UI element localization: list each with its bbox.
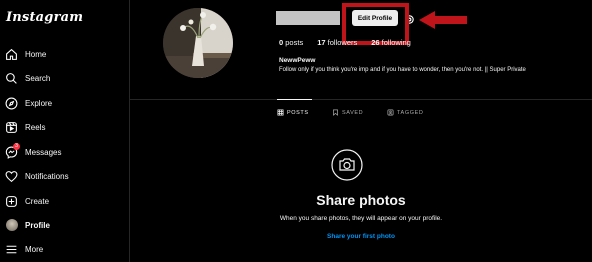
sidebar-item-explore[interactable]: Explore (5, 94, 52, 112)
plus-square-icon (5, 195, 18, 208)
profile-stats: 0 posts 17 followers 26 following (279, 38, 411, 47)
avatar (5, 219, 18, 232)
sidebar-item-label: Home (25, 49, 47, 59)
annotation-arrow-icon (419, 11, 467, 29)
profile-tabs: POSTS SAVED TAGGED (130, 100, 592, 124)
tab-label: POSTS (287, 109, 309, 116)
grid-icon (277, 109, 284, 116)
sidebar-item-label: Reels (25, 122, 46, 132)
sidebar-item-home[interactable]: Home (5, 45, 46, 63)
sidebar-item-label: Profile (25, 220, 50, 230)
messenger-icon: 3 (5, 142, 20, 159)
sidebar-item-label: More (25, 244, 44, 254)
camera-icon (331, 149, 363, 181)
sidebar-item-profile[interactable]: Profile (5, 216, 50, 234)
compass-icon (5, 97, 18, 110)
tab-posts[interactable]: POSTS (277, 109, 309, 116)
tab-label: TAGGED (397, 109, 424, 116)
sidebar-item-create[interactable]: Create (5, 192, 49, 210)
followers-stat[interactable]: 17 followers (317, 38, 357, 47)
sidebar-item-notifications[interactable]: Notifications (5, 167, 69, 185)
sidebar-item-messages[interactable]: 3 Messages (5, 142, 62, 161)
profile-main: Edit Profile 0 posts 17 followers 26 fol… (130, 0, 592, 262)
tab-label: SAVED (342, 109, 364, 116)
bookmark-icon (333, 109, 338, 116)
sidebar-item-label: Notifications (25, 171, 69, 181)
profile-photo-image (163, 8, 233, 78)
tab-tagged[interactable]: TAGGED (387, 109, 423, 116)
hamburger-icon (5, 243, 18, 256)
following-stat[interactable]: 26 following (371, 38, 411, 47)
sidebar-item-label: Explore (25, 98, 53, 108)
sidebar-item-label: Messages (25, 147, 62, 157)
reels-icon (5, 121, 18, 134)
sidebar-item-reels[interactable]: Reels (5, 118, 45, 136)
heart-icon (5, 170, 18, 183)
instagram-logo[interactable]: Instagram (6, 10, 83, 25)
sidebar-item-label: Create (25, 196, 50, 206)
sidebar: Instagram Home Search Explore Reels 3 Me… (0, 0, 130, 262)
tab-saved[interactable]: SAVED (332, 109, 363, 116)
empty-state-title: Share photos (316, 192, 406, 208)
search-icon (5, 72, 18, 85)
profile-picture[interactable] (163, 8, 233, 78)
home-icon (5, 48, 18, 61)
tag-icon (387, 109, 394, 116)
display-name: NewwPeww (279, 57, 316, 64)
notification-badge: 3 (13, 142, 20, 150)
bio-text: Follow only if you think you're imp and … (279, 67, 526, 73)
posts-stat: 0 posts (279, 38, 304, 47)
share-first-photo-link[interactable]: Share your first photo (130, 233, 592, 240)
sidebar-item-search[interactable]: Search (5, 69, 50, 87)
sidebar-item-label: Search (25, 73, 51, 83)
empty-state-subtitle: When you share photos, they will appear … (279, 215, 443, 222)
username-redacted (276, 11, 340, 25)
sidebar-item-more[interactable]: More (5, 240, 43, 258)
